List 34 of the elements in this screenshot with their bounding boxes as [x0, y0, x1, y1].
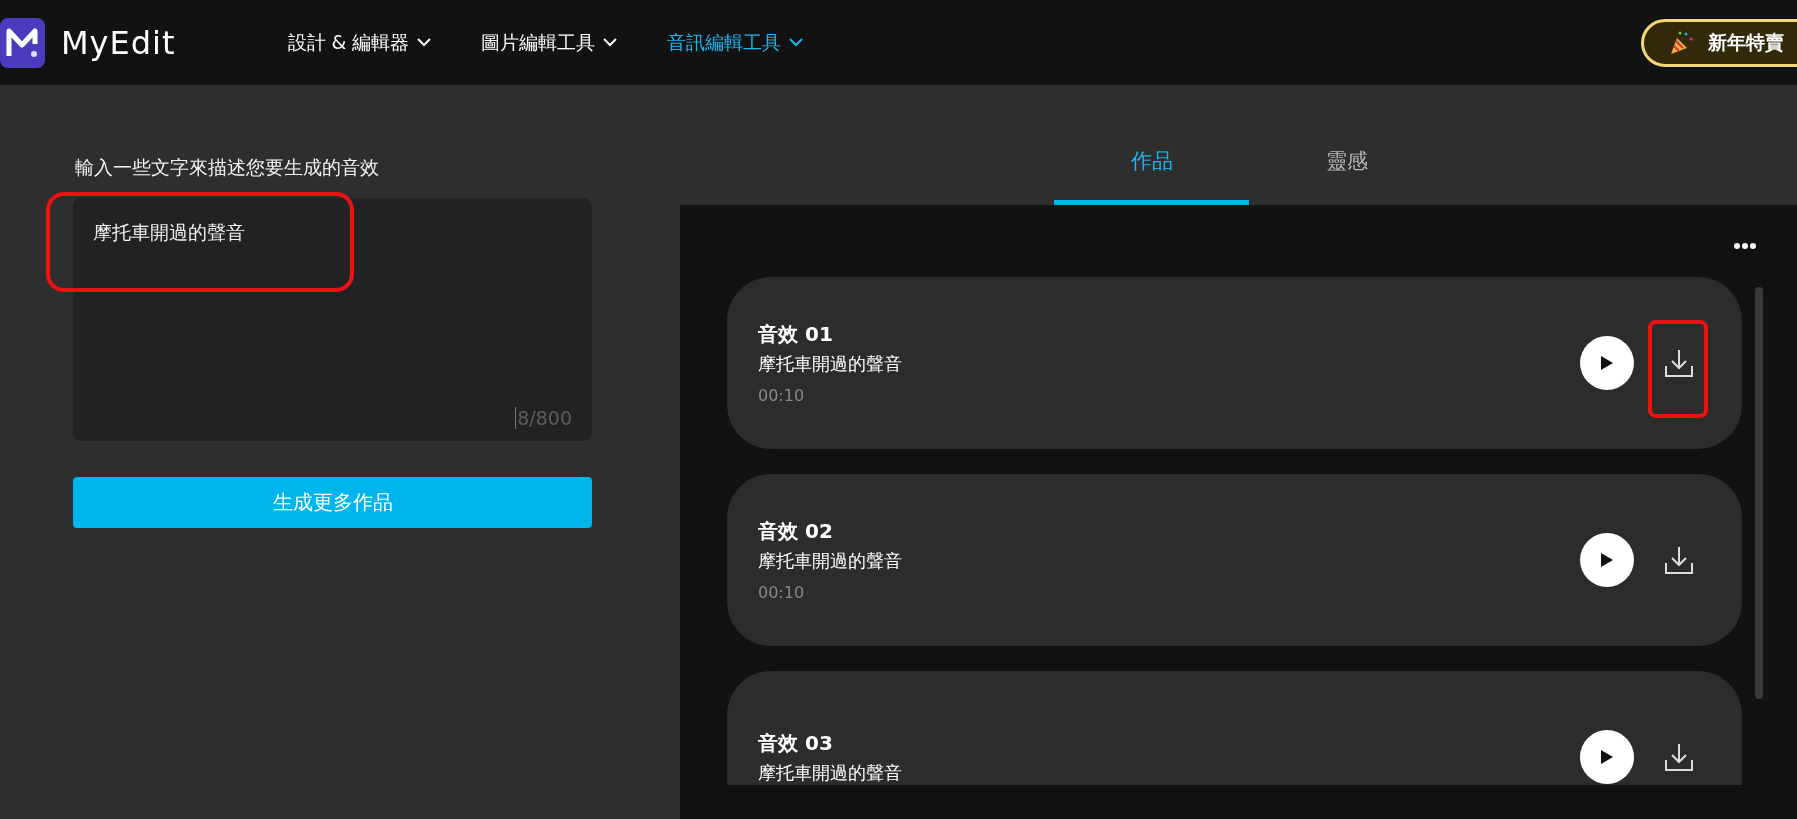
play-button[interactable]: [1580, 533, 1634, 587]
party-popper-icon: [1668, 29, 1694, 56]
chevron-down-icon: [603, 38, 618, 47]
play-icon: [1600, 355, 1614, 371]
download-icon: [1664, 742, 1694, 772]
play-icon: [1600, 552, 1614, 568]
nav-menu[interactable]: 設計 & 編輯器: [287, 29, 432, 56]
tab[interactable]: 靈感: [1249, 139, 1444, 205]
prompt-input-field[interactable]: 摩托車開過的聲音 8/800: [73, 198, 592, 441]
logo-icon[interactable]: [0, 17, 45, 68]
play-icon: [1600, 749, 1614, 765]
nav-menu[interactable]: 圖片編輯工具: [481, 29, 618, 56]
sound-duration: 00:10: [758, 583, 806, 602]
prompt-text: 摩托車開過的聲音: [93, 220, 246, 245]
sound-description: 摩托車開過的聲音: [758, 760, 903, 785]
character-counter: 8/800: [515, 407, 572, 429]
download-icon: [1664, 348, 1694, 378]
sound-title: 音效 02: [758, 518, 834, 545]
sound-duration: 00:10: [758, 386, 806, 405]
sound-title: 音效 01: [758, 321, 834, 348]
more-options-icon[interactable]: [1733, 242, 1757, 250]
logo-text: MyEdit: [61, 23, 176, 62]
play-button[interactable]: [1580, 730, 1634, 784]
nav-menu[interactable]: 音訊編輯工具: [667, 29, 804, 56]
sound-title: 音效 03: [758, 729, 834, 757]
chevron-down-icon: [417, 38, 432, 47]
play-button[interactable]: [1580, 336, 1634, 390]
chevron-down-icon: [789, 38, 804, 47]
sound-description: 摩托車開過的聲音: [758, 352, 903, 376]
scrollbar[interactable]: [1755, 287, 1763, 699]
prompt-label: 輸入一些文字來描述您要生成的音效: [75, 155, 380, 180]
download-icon: [1664, 545, 1694, 575]
sound-description: 摩托車開過的聲音: [758, 549, 903, 573]
promo-button[interactable]: 新年特賣: [1641, 18, 1797, 67]
